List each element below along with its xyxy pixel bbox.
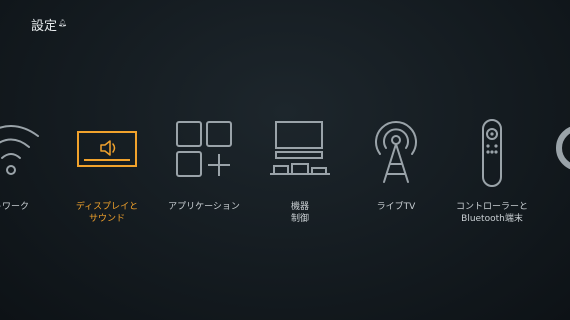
page-title: 設定🔔︎: [31, 15, 67, 34]
tile-controllers-bluetooth[interactable]: コントローラーと Bluetooth端末: [437, 118, 547, 238]
tile-equipment-control[interactable]: 機器 制御: [245, 118, 355, 238]
tile-partial[interactable]: [545, 118, 570, 238]
bell-icon: 🔔︎: [58, 18, 67, 27]
tile-display-sound[interactable]: ディスプレイと サウンド: [52, 118, 162, 238]
tile-equipment-control-label: 機器 制御: [290, 202, 309, 224]
tile-display-sound-label: ディスプレイと サウンド: [75, 202, 139, 224]
tile-live-tv-label: ライブTV: [376, 202, 416, 212]
tile-live-tv[interactable]: ライブTV: [341, 118, 451, 238]
antenna-icon: [341, 118, 451, 190]
tile-applications[interactable]: アプリケーション: [149, 118, 259, 238]
display-sound-icon: [52, 118, 162, 190]
tile-applications-label: アプリケーション: [168, 202, 240, 212]
tile-controllers-bluetooth-label: コントローラーと Bluetooth端末: [455, 202, 528, 224]
settings-row: トワーク ディスプレイと サウンド: [0, 118, 570, 238]
remote-icon: [437, 118, 547, 190]
partial-icon: [545, 118, 570, 190]
page-title-text: 設定: [31, 19, 58, 34]
apps-grid-icon: [149, 118, 259, 190]
equipment-control-icon: [245, 118, 355, 190]
